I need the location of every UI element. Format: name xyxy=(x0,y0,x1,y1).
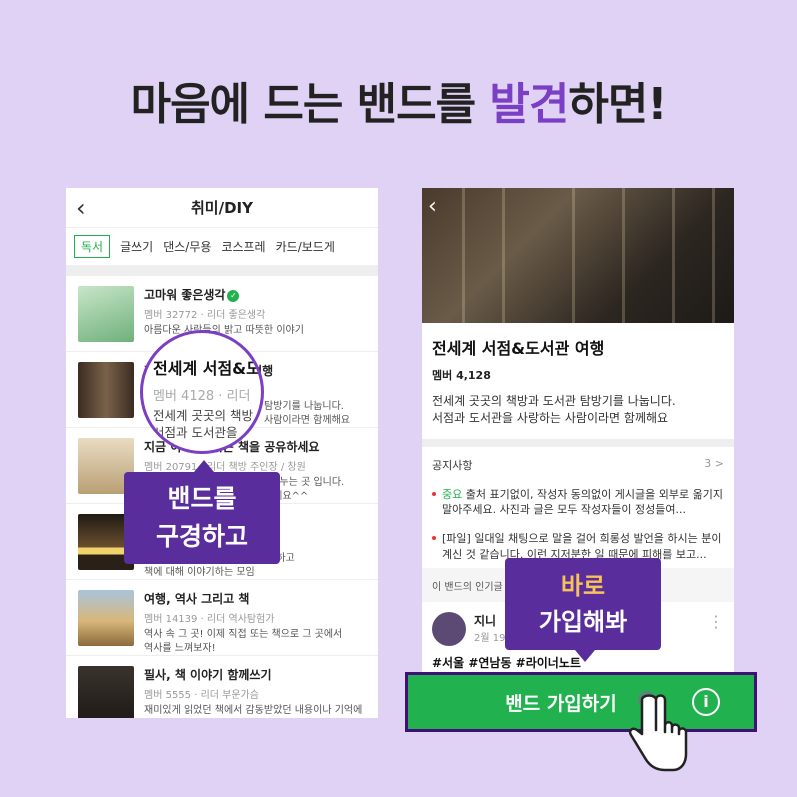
category-title: 취미/DIY xyxy=(191,199,253,217)
band-thumbnail xyxy=(78,286,134,342)
callout-bubble-browse: 밴드를 구경하고 xyxy=(124,460,280,564)
headline-text-end: 하면! xyxy=(568,79,667,130)
tab-dance[interactable]: 댄스/무용 xyxy=(163,238,211,255)
tab-cards-boardgames[interactable]: 카드/보드게 xyxy=(276,238,335,255)
headline-accent: 발견 xyxy=(489,79,569,130)
magnifier-lens: 전세계 서점&도 멤버 4128 · 리더 전세계 곳곳의 책방 서점과 도서관… xyxy=(140,330,264,454)
chevron-left-icon[interactable]: ‹ xyxy=(76,194,86,222)
pointing-hand-icon xyxy=(628,691,688,772)
callout-bubble-join: 바로 가입해봐 xyxy=(505,558,661,662)
band-name: 고마워 좋은생각 ✓ xyxy=(144,286,368,303)
chevron-left-icon[interactable]: ‹ xyxy=(428,194,437,219)
tab-reading[interactable]: 독서 xyxy=(74,235,111,258)
band-name: 여행, 역사 그리고 책 xyxy=(144,592,250,606)
band-meta: 멤버 5555 · 리더 부운가슴 xyxy=(144,690,259,701)
notice-text: 출처 표기없이, 작성자 동의없이 게시글을 외부로 옮기지 말아주세요. 사진… xyxy=(442,487,723,516)
band-thumbnail xyxy=(78,590,134,646)
join-band-button[interactable]: 밴드 가입하기 i xyxy=(405,672,757,732)
more-options-icon[interactable]: ⋮ xyxy=(708,612,724,631)
post-hashtags: #서울 #연남동 #라이너노트 xyxy=(432,656,581,670)
post-author: 지니 xyxy=(474,614,497,629)
notice-count: 3 > xyxy=(704,456,724,470)
band-title: 전세계 서점&도서관 여행 xyxy=(432,339,605,358)
headline: 마음에 드는 밴드를 발견하면! xyxy=(0,68,797,132)
band-description: 전세계 곳곳의 책방과 도서관 탐방기를 나눕니다. 서점과 도서관을 사랑하는… xyxy=(432,394,676,425)
notice-section: 공지사항 3 > 중요 출처 표기없이, 작성자 동의없이 게시글을 외부로 옮… xyxy=(422,447,734,569)
member-count: 멤버 4,128 xyxy=(432,369,491,382)
list-item[interactable]: 필사, 책 이야기 함께쓰기 멤버 5555 · 리더 부운가슴 재미있게 읽었… xyxy=(66,656,378,718)
callout-line-2: 가입해봐 xyxy=(538,608,628,636)
band-name: 필사, 책 이야기 함께쓰기 xyxy=(144,668,272,682)
notice-title: 공지사항 xyxy=(432,458,473,472)
avatar xyxy=(432,612,466,647)
band-cover-photo: ‹ xyxy=(422,188,734,323)
band-name-text: 고마워 좋은생각 xyxy=(144,288,226,302)
tab-writing[interactable]: 글쓰기 xyxy=(120,238,153,255)
band-description: 역사 속 그 곳! 이제 직접 또는 책으로 그 곳에서 역사를 느껴보자! xyxy=(144,629,343,654)
notice-item[interactable]: 중요 출처 표기없이, 작성자 동의없이 게시글을 외부로 옮기지 말아주세요.… xyxy=(432,487,724,518)
band-thumbnail xyxy=(78,666,134,718)
callout-line-1: 바로 xyxy=(560,572,606,600)
divider xyxy=(422,438,734,447)
band-meta: 멤버 32772 · 리더 좋은생각 xyxy=(144,310,266,321)
band-description: 재미있게 읽었던 책에서 감동받았던 내용이나 기억에 xyxy=(144,705,363,716)
band-info: 전세계 서점&도서관 여행 멤버 4,128 전세계 곳곳의 책방과 도서관 탐… xyxy=(422,323,734,439)
important-tag: 중요 xyxy=(442,487,463,501)
magnified-band-meta: 멤버 4128 · 리더 xyxy=(153,389,251,404)
notice-text: [파일] 일대일 채팅으로 말을 걸어 희롱성 발언을 하시는 분이 계신 것 … xyxy=(442,532,722,561)
band-category-screen: ‹ 취미/DIY 독서 글쓰기 댄스/무용 코스프레 카드/보드게 고마워 좋은… xyxy=(66,188,378,718)
category-header: ‹ 취미/DIY xyxy=(66,188,378,228)
post-date: 2월 19 xyxy=(474,633,506,645)
tab-cosplay[interactable]: 코스프레 xyxy=(221,238,265,255)
divider xyxy=(66,266,378,276)
magnified-band-description: 전세계 곳곳의 책방 서점과 도서관을 xyxy=(153,408,253,440)
info-icon[interactable]: i xyxy=(692,688,720,716)
verified-check-icon: ✓ xyxy=(227,289,240,302)
notice-header[interactable]: 공지사항 3 > xyxy=(432,457,724,473)
magnified-band-name: 전세계 서점&도 xyxy=(153,359,261,378)
band-meta: 멤버 14139 · 리더 역사탐험가 xyxy=(144,614,275,625)
band-meta: 멤버 20791 · 리더 책방 주인장 / 창원 xyxy=(144,462,306,473)
band-thumbnail xyxy=(78,362,134,418)
headline-text: 마음에 드는 밴드를 xyxy=(130,79,490,130)
list-item[interactable]: 여행, 역사 그리고 책 멤버 14139 · 리더 역사탐험가 역사 속 그 … xyxy=(66,580,378,656)
category-tabs: 독서 글쓰기 댄스/무용 코스프레 카드/보드게 xyxy=(66,228,378,266)
